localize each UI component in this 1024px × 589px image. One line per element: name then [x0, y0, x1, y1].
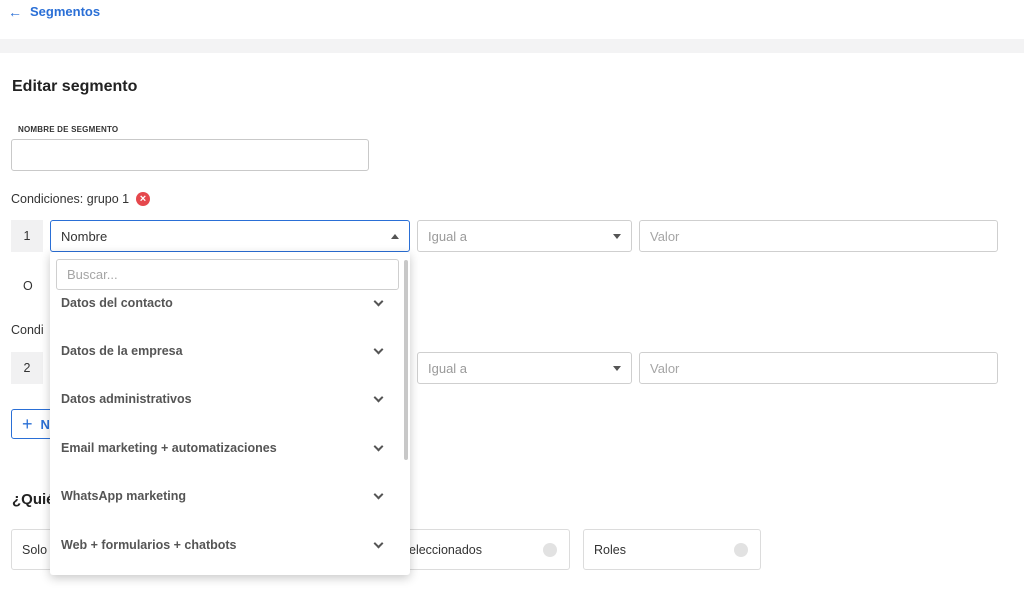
group-1-title: Condiciones: grupo 1 — [11, 192, 130, 206]
value-input[interactable] — [639, 352, 998, 384]
chevron-down-icon — [373, 296, 384, 306]
edit-segment-page: ← Segmentos Editar segmento NOMBRE DE SE… — [0, 0, 1024, 589]
field-dropdown-menu: Datos del contacto Datos de la empresa D… — [50, 252, 410, 575]
plus-icon: + — [22, 414, 33, 434]
operator-select[interactable]: Igual a — [417, 352, 632, 384]
group-2-title: Condi — [11, 323, 44, 337]
dropdown-category[interactable]: Web + formularios + chatbots — [50, 532, 402, 558]
arrow-left-icon: ← — [8, 3, 22, 20]
dropdown-category-label: Datos administrativos — [61, 392, 192, 406]
option-label: Roles — [594, 542, 626, 557]
operator-select-value: Igual a — [428, 360, 468, 376]
or-separator: O — [23, 279, 33, 293]
chevron-down-icon — [373, 441, 384, 451]
radio-icon[interactable] — [543, 542, 557, 557]
operator-select-value: Igual a — [428, 228, 468, 244]
chevron-down-icon — [373, 344, 384, 354]
caret-up-icon — [391, 233, 399, 239]
page-title: Editar segmento — [12, 78, 138, 95]
chevron-down-icon — [373, 489, 384, 499]
dropdown-scrollbar[interactable] — [404, 260, 408, 460]
dropdown-search-input[interactable] — [56, 259, 399, 290]
chevron-down-icon — [373, 392, 384, 402]
option-label: Solo — [22, 542, 48, 557]
dropdown-category-label: WhatsApp marketing — [61, 489, 187, 503]
dropdown-category-label: Email marketing + automatizaciones — [61, 441, 277, 455]
remove-group-icon[interactable]: × — [136, 192, 150, 206]
header-divider — [0, 39, 1024, 53]
dropdown-category[interactable]: WhatsApp marketing — [50, 483, 402, 509]
option-label: eleccionados — [409, 542, 482, 557]
condition-row-number: 2 — [11, 352, 43, 384]
back-link-label: Segmentos — [30, 4, 101, 19]
segment-name-input[interactable] — [11, 139, 369, 171]
dropdown-category-label: Datos del contacto — [61, 296, 173, 310]
back-to-segments-link[interactable]: ← Segmentos — [8, 4, 100, 19]
dropdown-category[interactable]: Email marketing + automatizaciones — [50, 435, 402, 461]
dropdown-category[interactable]: Datos administrativos — [50, 386, 402, 412]
field-select-value: Nombre — [61, 228, 108, 244]
dropdown-category-label: Datos de la empresa — [61, 344, 183, 358]
caret-down-icon — [613, 365, 621, 371]
condition-row-number: 1 — [11, 220, 43, 252]
dropdown-category[interactable]: Datos del contacto — [50, 290, 402, 316]
option-card-seleccionados[interactable]: eleccionados — [398, 529, 570, 570]
option-card-roles[interactable]: Roles — [583, 529, 761, 570]
chevron-down-icon — [373, 538, 384, 548]
dropdown-category[interactable]: Datos de la empresa — [50, 338, 402, 364]
radio-icon[interactable] — [734, 542, 748, 557]
segment-name-label: NOMBRE DE SEGMENTO — [18, 125, 119, 134]
add-group-label: N — [40, 416, 50, 432]
dropdown-category-label: Web + formularios + chatbots — [61, 538, 237, 552]
operator-select[interactable]: Igual a — [417, 220, 632, 252]
caret-down-icon — [613, 233, 621, 239]
value-input[interactable] — [639, 220, 998, 252]
field-select[interactable]: Nombre — [50, 220, 410, 252]
